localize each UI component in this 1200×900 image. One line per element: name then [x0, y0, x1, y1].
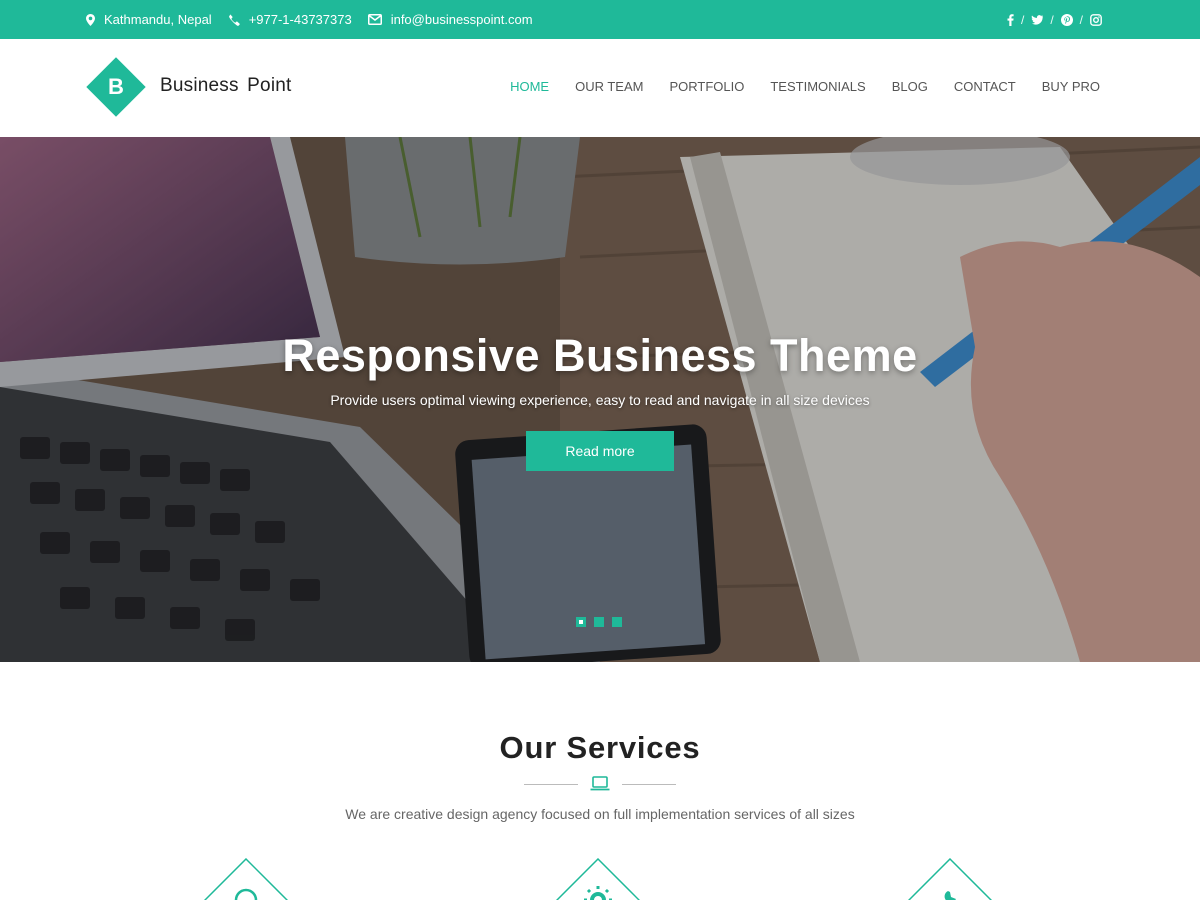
laptop-icon: [590, 776, 610, 791]
site-header: B Business Point HOME OUR TEAM PORTFOLIO…: [0, 39, 1200, 137]
map-marker-icon: [86, 13, 95, 26]
social-links: / / /: [1007, 0, 1102, 39]
nav-item-home[interactable]: HOME: [510, 79, 549, 94]
gear-icon: [555, 857, 641, 900]
nav-item-our-team[interactable]: OUR TEAM: [575, 79, 643, 94]
phone-icon: [228, 14, 240, 26]
wrench-icon: [907, 857, 993, 900]
service-item-1[interactable]: [203, 857, 289, 900]
instagram-icon[interactable]: [1090, 13, 1102, 26]
hero-subtitle: Provide users optimal viewing experience…: [330, 392, 870, 408]
twitter-icon[interactable]: [1031, 14, 1044, 25]
logo-letter: B: [108, 74, 124, 99]
location-text: Kathmandu, Nepal: [104, 12, 212, 27]
email-item[interactable]: info@businesspoint.com: [367, 12, 533, 27]
nav-item-portfolio[interactable]: PORTFOLIO: [669, 79, 744, 94]
top-bar: Kathmandu, Nepal +977-1-43737373 info@bu…: [0, 0, 1200, 39]
phone-item[interactable]: +977-1-43737373: [228, 12, 352, 27]
nav-item-testimonials[interactable]: TESTIMONIALS: [770, 79, 865, 94]
divider-line-left: [524, 784, 578, 785]
contact-info: Kathmandu, Nepal +977-1-43737373 info@bu…: [86, 0, 549, 39]
nav-item-blog[interactable]: BLOG: [892, 79, 928, 94]
section-divider: [524, 775, 676, 795]
read-more-button[interactable]: Read more: [526, 431, 674, 471]
location-item: Kathmandu, Nepal: [86, 12, 212, 27]
slider-dot-2[interactable]: [594, 617, 604, 627]
service-item-3[interactable]: [907, 857, 993, 900]
envelope-icon: [367, 14, 382, 25]
services-title: Our Services: [499, 730, 701, 765]
social-separator: /: [1079, 12, 1083, 27]
social-separator: /: [1020, 12, 1025, 27]
services-subtitle: We are creative design agency focused on…: [345, 806, 855, 822]
hero-title: Responsive Business Theme: [282, 330, 918, 381]
globe-icon: [203, 857, 289, 900]
phone-text[interactable]: +977-1-43737373: [249, 12, 352, 27]
email-text[interactable]: info@businesspoint.com: [391, 12, 533, 27]
nav-item-buy-pro[interactable]: BUY PRO: [1042, 79, 1100, 94]
divider-line-right: [622, 784, 676, 785]
main-nav: HOME OUR TEAM PORTFOLIO TESTIMONIALS BLO…: [484, 79, 1100, 94]
facebook-icon[interactable]: [1007, 13, 1014, 26]
slider-dot-3[interactable]: [612, 617, 622, 627]
pinterest-icon[interactable]: [1060, 13, 1073, 26]
nav-item-contact[interactable]: CONTACT: [954, 79, 1016, 94]
slider-pagination: [576, 617, 630, 627]
social-separator: /: [1050, 12, 1054, 27]
hero-slider: Responsive Business Theme Provide users …: [0, 137, 1200, 662]
site-logo[interactable]: B: [86, 57, 146, 117]
site-name[interactable]: Business Point: [160, 75, 291, 97]
slider-dot-1[interactable]: [576, 617, 586, 627]
service-item-2[interactable]: [555, 857, 641, 900]
